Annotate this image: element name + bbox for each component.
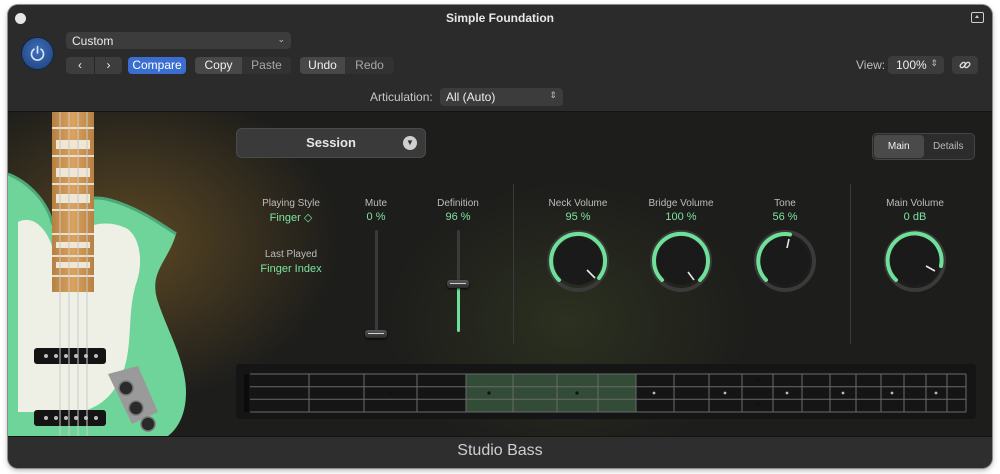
mute-fader-handle[interactable] [365,330,387,338]
section-divider [513,184,514,344]
preset-select[interactable]: Custom ⌄ [66,32,291,49]
articulation-select[interactable]: All (Auto) ⇕ [440,88,563,106]
tone-value: 56 % [772,211,798,223]
mute-fader[interactable] [375,230,378,332]
bass-guitar-image [8,112,186,436]
section-divider [850,184,851,344]
link-icon [959,61,971,69]
playing-style-select[interactable]: Finger ◇ [251,211,331,224]
view-label: View: [856,58,886,72]
fretboard-range-display[interactable] [236,364,976,419]
main-volume-knob[interactable] [882,228,948,294]
instrument-name: Studio Bass [457,442,543,459]
copy-paste-group: Copy Paste [195,57,291,74]
preset-nav: ‹ › [66,57,122,74]
neck-volume-label: Neck Volume [548,198,608,209]
playing-style-label: Playing Style [262,198,320,209]
copy-button[interactable]: Copy [195,57,242,74]
mute-label: Mute [364,198,388,209]
zoom-value: 100% [896,58,927,72]
neck-volume-knob[interactable] [545,228,611,294]
neck-volume-value: 95 % [565,211,591,223]
previous-preset-button[interactable]: ‹ [66,57,94,74]
plugin-header: Simple Foundation Custom ⌄ ‹ › Compare C… [8,5,992,112]
last-played-value: Finger Index [260,263,322,275]
bridge-volume-knob[interactable] [648,228,714,294]
tab-main[interactable]: Main [874,135,924,158]
chevron-down-icon: ⌄ [277,34,285,44]
view-tabs: Main Details [872,133,975,160]
bridge-volume-value: 100 % [665,211,697,223]
chevron-updown-icon: ⇕ [930,58,938,68]
fretboard-grid [250,373,967,413]
power-icon [30,45,45,61]
zoom-select[interactable]: 100% ⇕ [888,56,944,74]
window-title: Simple Foundation [446,11,554,25]
definition-fader-handle[interactable] [447,280,469,288]
session-player-select[interactable]: Session ▼ [236,128,426,158]
paste-button[interactable]: Paste [242,57,291,74]
articulation-value: All (Auto) [446,90,496,104]
main-volume-value: 0 dB [903,211,927,223]
chevron-updown-icon: ⇕ [549,90,557,100]
instrument-name-bar: Studio Bass [8,436,992,468]
definition-fader-fill [457,284,460,332]
instrument-panel: Session ▼ Main Details Playing Style Fin… [8,112,992,436]
bridge-volume-label: Bridge Volume [648,198,714,209]
undo-button[interactable]: Undo [300,57,345,74]
chevron-down-icon: ▼ [403,136,417,150]
last-played-label: Last Played [264,249,318,260]
compare-button[interactable]: Compare [128,57,186,74]
tone-label: Tone [774,198,796,209]
definition-label: Definition [437,198,479,209]
session-label: Session [306,135,356,150]
articulation-label: Articulation: [370,90,433,104]
preset-value: Custom [72,34,114,48]
plugin-window: Simple Foundation Custom ⌄ ‹ › Compare C… [8,5,992,468]
next-preset-button[interactable]: › [94,57,122,74]
main-volume-label: Main Volume [886,198,944,209]
collapse-icon[interactable] [971,12,984,23]
tone-knob[interactable] [752,228,818,294]
redo-button[interactable]: Redo [345,57,394,74]
link-button[interactable] [952,56,978,74]
mute-value: 0 % [366,211,386,223]
power-button[interactable] [22,38,53,69]
definition-value: 96 % [445,211,471,223]
undo-redo-group: Undo Redo [300,57,394,74]
tab-details[interactable]: Details [924,135,974,158]
